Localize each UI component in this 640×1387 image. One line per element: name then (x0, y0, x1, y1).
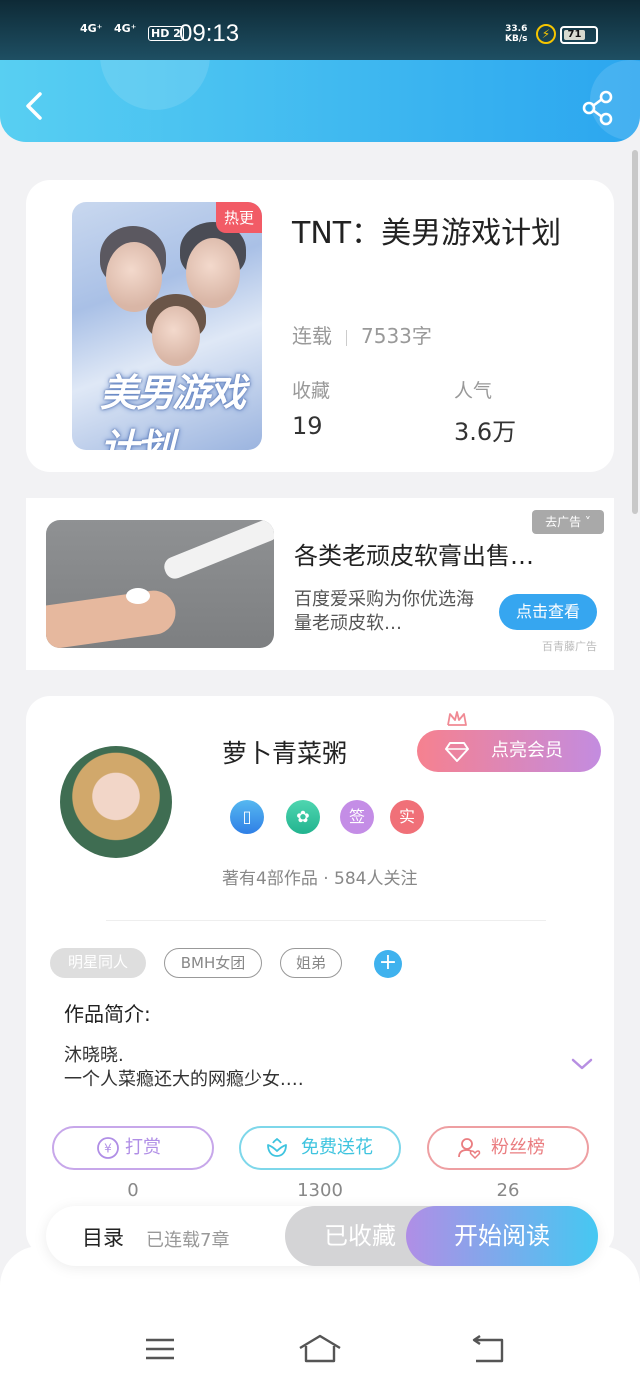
bottom-action-bar: 目录 已连载7章 已收藏 开始阅读 (46, 1206, 598, 1266)
diamond-icon (445, 742, 469, 762)
vip-button-label: 点亮会员 (491, 740, 563, 761)
tag-item[interactable]: 明星同人 (50, 948, 146, 978)
intro-text: 沐晓晓. 一个人菜瘾还大的网瘾少女.… (64, 1044, 304, 1092)
signal-4g-1: 4G⁺ (80, 22, 103, 35)
ad-image[interactable] (46, 520, 274, 648)
popularity-label: 人气 (454, 380, 493, 402)
chevron-down-icon[interactable] (570, 1056, 594, 1072)
book-title: TNT：美男游戏计划 (292, 216, 562, 251)
cover-title-art: 美男游戏计划 (100, 371, 246, 450)
top-header (0, 60, 640, 142)
signal-4g-2: 4G⁺ (114, 22, 137, 35)
toc-button[interactable]: 目录 (82, 1222, 124, 1252)
ad-description[interactable]: 百度爱采购为你优选海量老顽皮软… (294, 588, 474, 636)
back-nav-icon[interactable] (466, 1334, 510, 1364)
status-bar: 4G⁺ 4G⁺ HD 2 09:13 33.6 KB/s ⚡ 71 (0, 0, 640, 60)
ad-view-button[interactable]: 点击查看 (499, 594, 597, 630)
header-bubble (100, 60, 210, 110)
fans-count: 26 (496, 1180, 520, 1201)
divider (106, 920, 546, 921)
ad-image-tube (161, 520, 274, 582)
fans-rank-label: 粉丝榜 (491, 1137, 545, 1158)
verified-badge[interactable]: 实 (390, 800, 424, 834)
tag-item[interactable]: BMH女团 (164, 948, 262, 978)
meta-divider (346, 329, 347, 346)
menu-icon[interactable] (138, 1334, 182, 1364)
home-icon[interactable] (298, 1334, 342, 1364)
ad-image-finger (46, 587, 179, 648)
phone-badge-icon[interactable]: ▯ (230, 800, 264, 834)
tip-label: 打赏 (125, 1137, 161, 1158)
send-flower-label: 免费送花 (301, 1137, 373, 1158)
svg-text:¥: ¥ (104, 1142, 112, 1156)
collect-count: 19 (292, 412, 323, 440)
popularity-count: 3.6万 (454, 418, 517, 446)
author-card: 萝卜青菜粥 点亮会员 ▯ ✿ 签 实 著有4部作品 · 584人关注 明星同人 … (26, 696, 614, 1256)
intro-label: 作品简介: (64, 1002, 151, 1026)
user-heart-icon (458, 1138, 481, 1160)
cover-art (186, 238, 240, 308)
tag-item[interactable]: 姐弟 (280, 948, 342, 978)
flower-icon (267, 1138, 287, 1157)
cover-art (152, 306, 200, 366)
chapter-count[interactable]: 已连载7章 (146, 1226, 229, 1252)
serial-status: 连载 (292, 324, 332, 348)
crown-icon (447, 711, 467, 726)
book-meta: 连载 7533字 (292, 320, 432, 349)
ad-source: 百青藤广告 (542, 640, 597, 653)
start-reading-button[interactable]: 开始阅读 (406, 1206, 598, 1266)
book-info-card: 美男游戏计划 热更 TNT：美男游戏计划 连载 7533字 收藏 19 人气 3.… (26, 180, 614, 472)
intro-line: 沐晓晓. (64, 1045, 124, 1066)
ad-title[interactable]: 各类老顽皮软膏出售… (294, 536, 534, 571)
collect-label: 收藏 (292, 380, 331, 402)
author-avatar[interactable] (60, 746, 172, 858)
tip-button[interactable]: ¥ 打赏 (52, 1126, 214, 1170)
remove-ad-button[interactable]: 去广告 ˅ (532, 510, 604, 534)
add-tag-button[interactable]: + (374, 950, 402, 978)
tip-count: 0 (127, 1180, 139, 1201)
book-cover[interactable]: 美男游戏计划 热更 (72, 202, 262, 450)
author-name[interactable]: 萝卜青菜粥 (222, 734, 347, 770)
net-speed-value: 33.6 (505, 24, 528, 34)
system-nav-bar (0, 1246, 640, 1387)
scrollbar[interactable] (632, 150, 638, 514)
word-count: 7533字 (361, 324, 432, 348)
ad-image-cream (126, 588, 150, 604)
author-stats: 著有4部作品 · 584人关注 (222, 869, 418, 889)
intro-line: 一个人菜瘾还大的网瘾少女.… (64, 1069, 304, 1090)
share-icon[interactable] (580, 90, 616, 126)
back-icon[interactable] (18, 88, 54, 124)
flower-count: 1300 (297, 1180, 343, 1201)
send-flower-button[interactable]: 免费送花 (239, 1126, 401, 1170)
battery-icon: 71 (560, 26, 598, 44)
vip-button[interactable]: 点亮会员 (417, 730, 601, 772)
hot-update-badge: 热更 (215, 202, 262, 233)
fans-rank-button[interactable]: 粉丝榜 (427, 1126, 589, 1170)
clock: 09:13 (179, 20, 240, 47)
sign-badge[interactable]: 签 (340, 800, 374, 834)
remove-ad-label: 去广告 (545, 515, 582, 529)
net-speed: 33.6 KB/s (505, 24, 527, 44)
battery-level: 71 (564, 30, 585, 40)
net-speed-unit: KB/s (505, 34, 528, 44)
ad-banner[interactable]: 各类老顽皮软膏出售… 百度爱采购为你优选海量老顽皮软… 点击查看 去广告 ˅ 百… (26, 498, 614, 670)
charging-icon: ⚡ (536, 24, 556, 44)
handshake-badge-icon[interactable]: ✿ (286, 800, 320, 834)
yen-coin-icon: ¥ (97, 1137, 119, 1159)
